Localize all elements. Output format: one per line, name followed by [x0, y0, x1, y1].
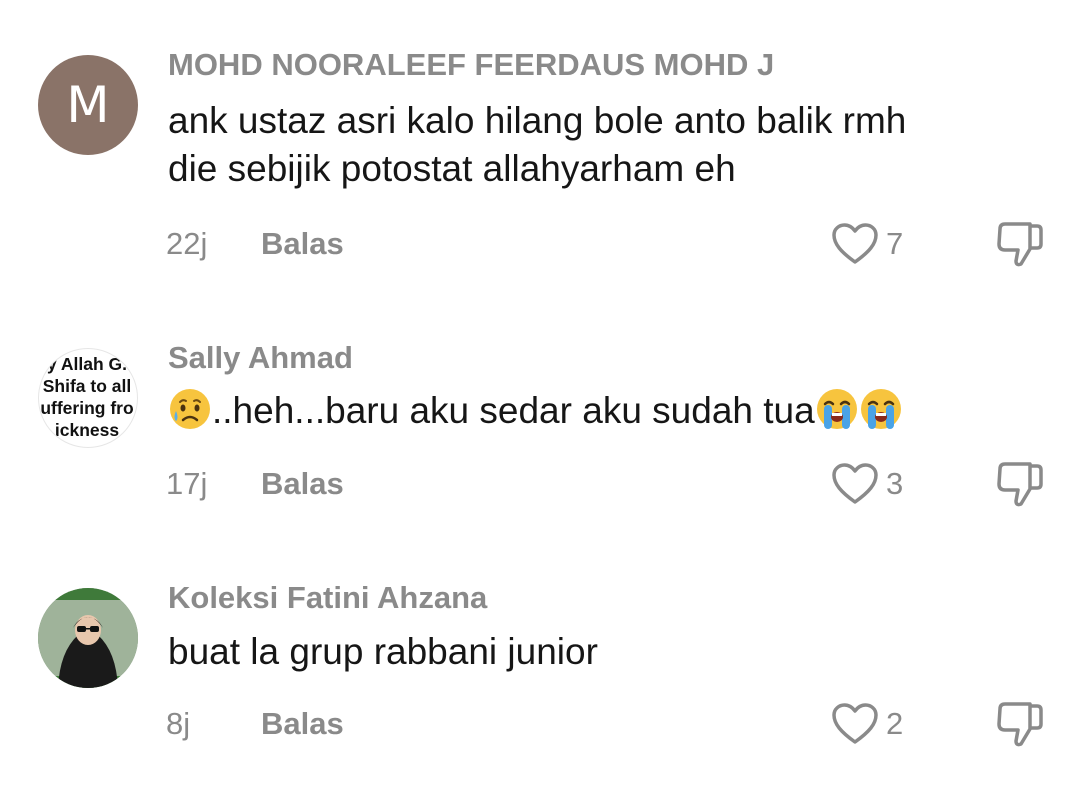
comment-text-line: die sebijik potostat allahyarham eh: [168, 148, 736, 189]
comment-time: 22j: [166, 226, 208, 261]
comment-time: 8j: [166, 706, 191, 741]
avatar-letter: M: [66, 76, 110, 134]
like-count: 7: [886, 226, 904, 261]
avatar[interactable]: M: [38, 55, 138, 155]
avatar-photo-image: [38, 588, 138, 688]
comment-text-body: ..heh...baru aku sedar aku sudah tua: [212, 390, 815, 431]
avatar-caption-line: Shifa to all: [42, 376, 132, 396]
avatar[interactable]: y Allah G. Shifa to all uffering fro ick…: [38, 348, 138, 448]
comment-text: ank ustaz asri kalo hilang bole anto bal…: [168, 97, 906, 193]
thumbs-down-outline-icon[interactable]: [994, 699, 1044, 749]
heart-outline-icon[interactable]: [831, 222, 879, 266]
avatar[interactable]: [38, 588, 138, 688]
sad-relieved-face-emoji: [170, 389, 210, 429]
loudly-crying-face-emoji: [860, 389, 901, 429]
thumbs-down-outline-icon[interactable]: [994, 219, 1044, 269]
thumbs-down-outline-icon[interactable]: [994, 459, 1044, 509]
reply-button[interactable]: Balas: [261, 466, 344, 502]
heart-outline-icon[interactable]: [831, 702, 879, 746]
comment-username[interactable]: Sally Ahmad: [168, 340, 353, 376]
comment-time: 17j: [166, 466, 208, 501]
loudly-crying-face-emoji: [816, 389, 857, 429]
heart-outline-icon[interactable]: [831, 462, 879, 506]
reply-button[interactable]: Balas: [261, 226, 344, 262]
avatar-caption: y Allah G. Shifa to all uffering fro ick…: [39, 353, 137, 441]
avatar-caption-line: uffering fro: [40, 398, 134, 418]
comment-text-line: ank ustaz asri kalo hilang bole anto bal…: [168, 100, 907, 141]
comment-text: buat la grup rabbani junior: [168, 631, 598, 672]
comment-username[interactable]: Koleksi Fatini Ahzana: [168, 580, 487, 616]
avatar-caption-line: y Allah G.: [46, 354, 128, 374]
avatar-caption-line: ickness: [54, 420, 120, 440]
like-count: 2: [886, 706, 904, 741]
reply-button[interactable]: Balas: [261, 706, 344, 742]
like-count: 3: [886, 466, 904, 501]
comment-text: ..heh...baru aku sedar aku sudah tua: [168, 387, 903, 435]
comment-username[interactable]: MOHD NOORALEEF FEERDAUS MOHD J: [168, 47, 774, 83]
